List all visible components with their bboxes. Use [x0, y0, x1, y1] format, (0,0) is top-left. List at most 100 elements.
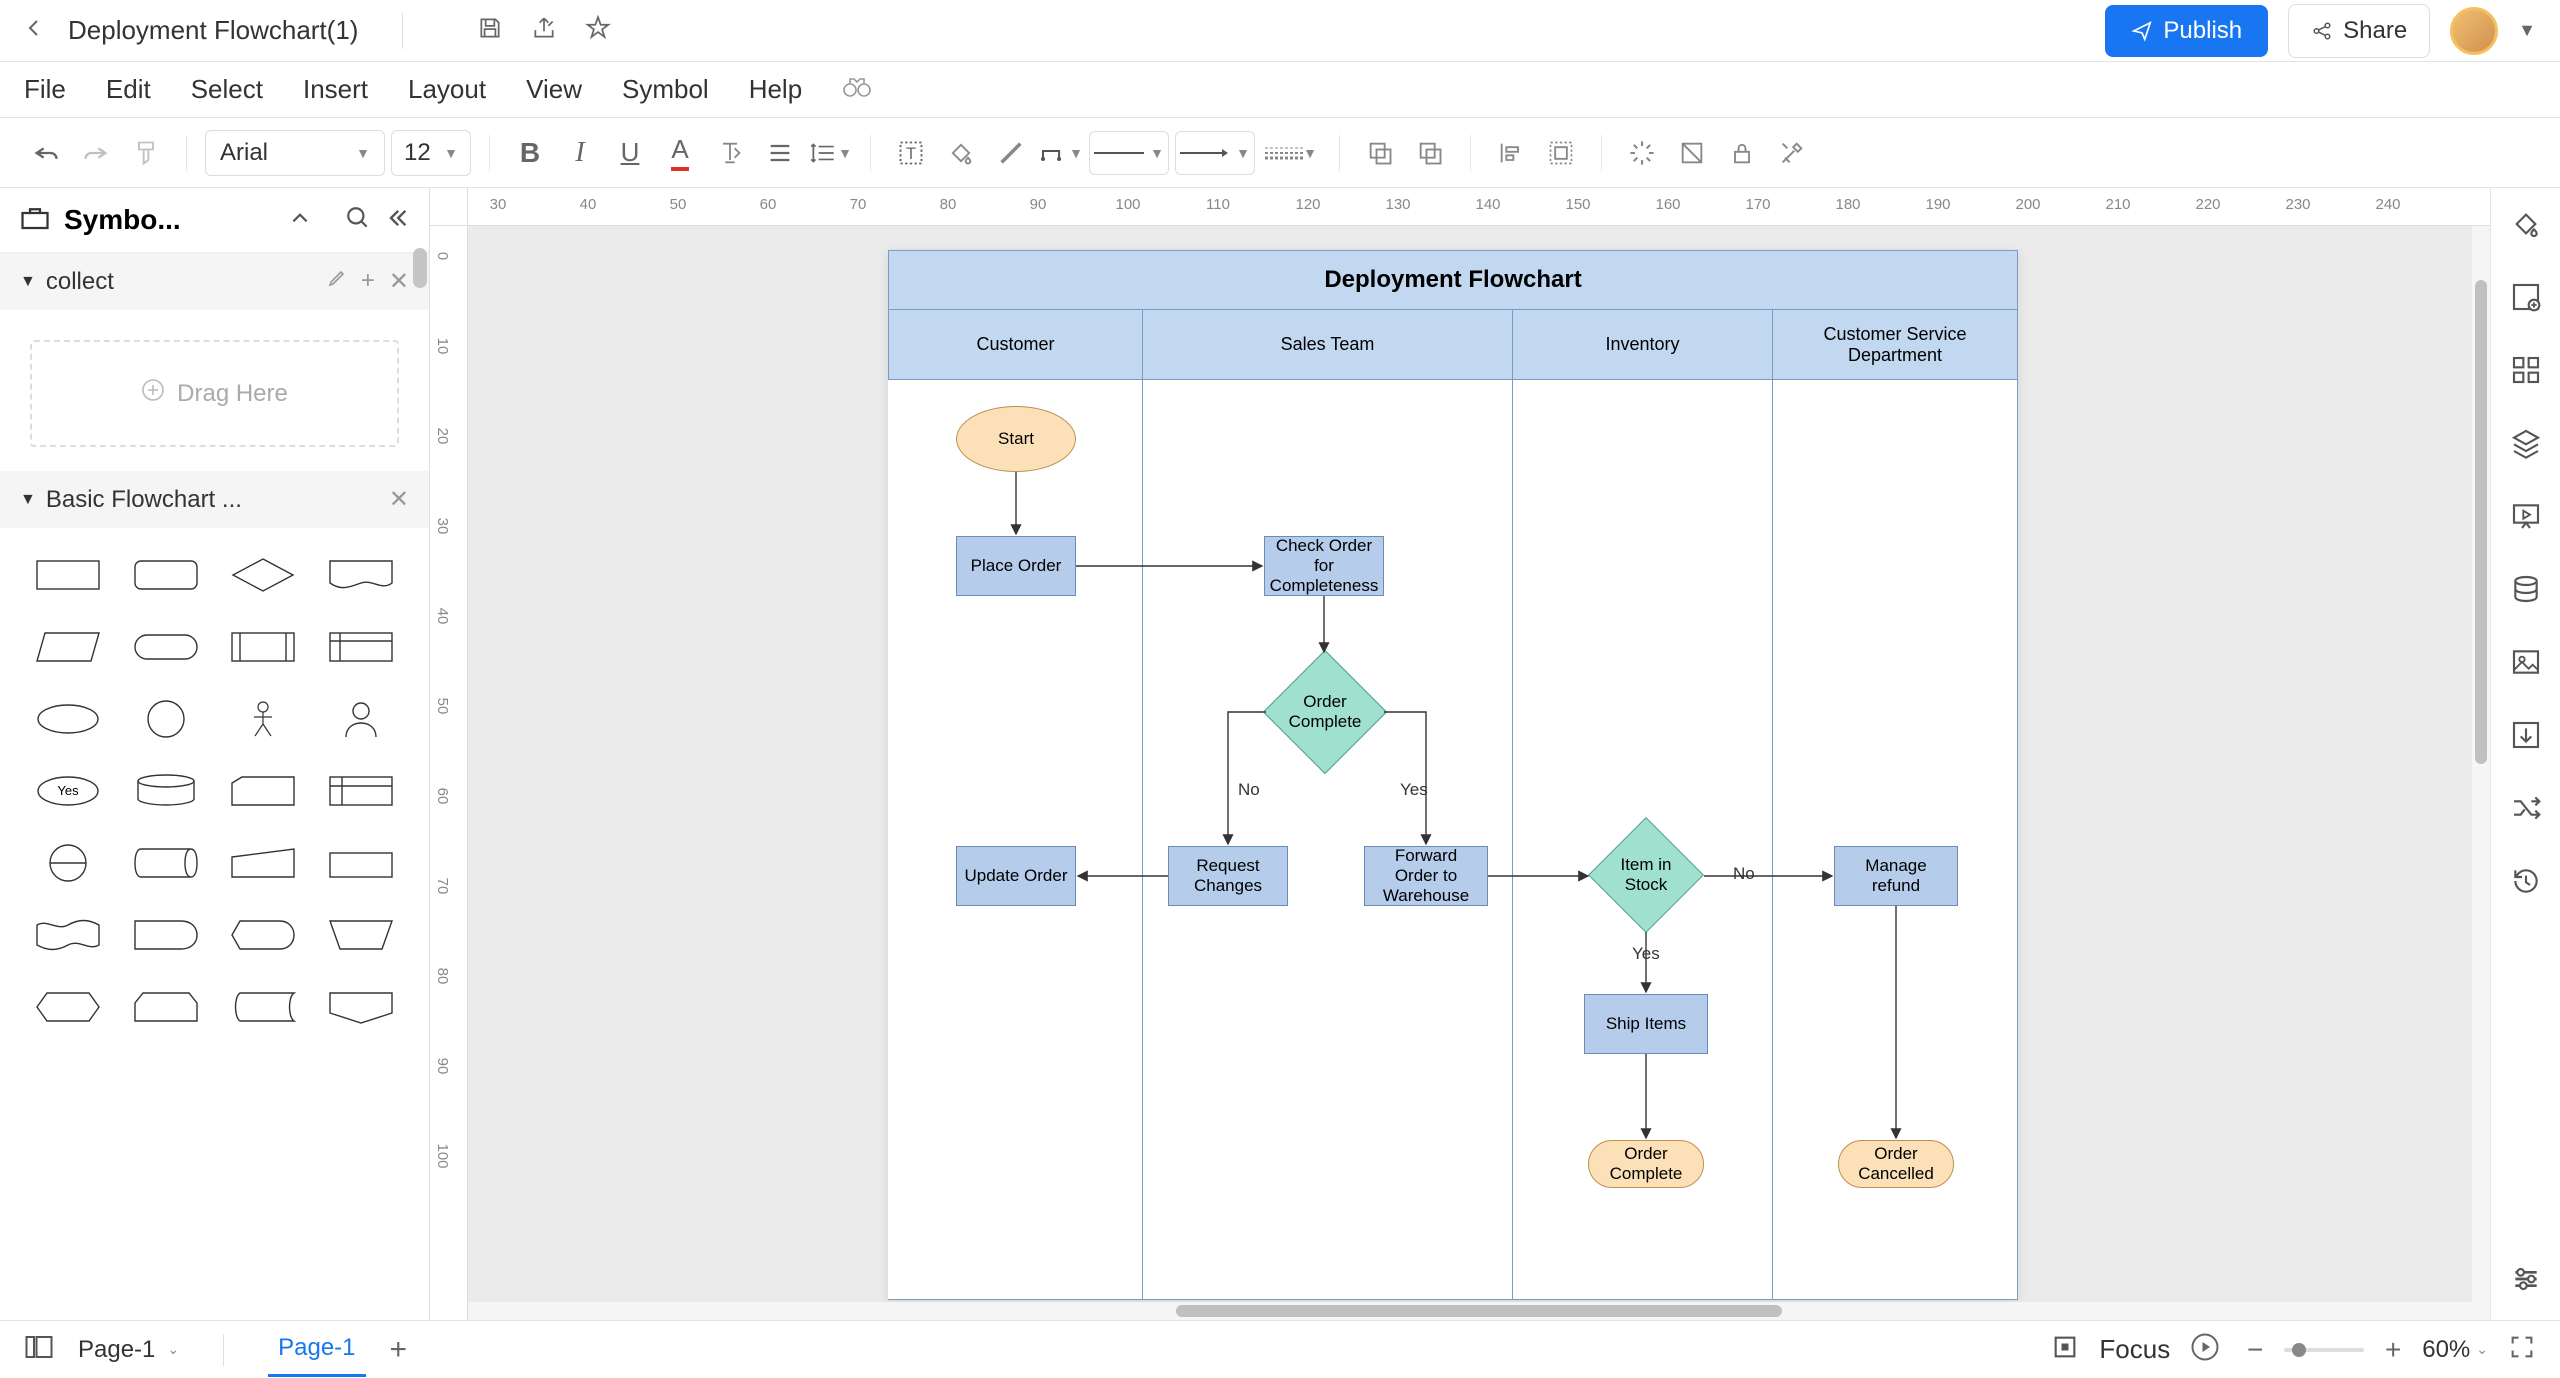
export-icon[interactable]	[531, 15, 557, 46]
italic-button[interactable]: I	[558, 131, 602, 175]
star-icon[interactable]	[585, 15, 611, 46]
shuffle-icon[interactable]	[2510, 792, 2542, 829]
edit-icon[interactable]	[327, 267, 347, 296]
zoom-in-button[interactable]: +	[2378, 1334, 2408, 1366]
flowchart-title[interactable]: Deployment Flowchart	[888, 250, 2018, 310]
node-manage-refund[interactable]: Manage refund	[1834, 846, 1958, 906]
collapse-sidebar-icon[interactable]	[385, 206, 409, 235]
node-place-order[interactable]: Place Order	[956, 536, 1076, 596]
node-update-order[interactable]: Update Order	[956, 846, 1076, 906]
menu-edit[interactable]: Edit	[106, 74, 151, 105]
zoom-slider[interactable]	[2284, 1348, 2364, 1352]
shape-circle[interactable]	[126, 692, 206, 746]
arrow-style-select[interactable]: ▼	[1175, 131, 1255, 175]
shape-predefined[interactable]	[224, 620, 304, 674]
flowchart-section-header[interactable]: ▼ Basic Flowchart ... ✕	[0, 471, 429, 528]
shape-internal-storage[interactable]	[321, 620, 401, 674]
shape-user[interactable]	[321, 692, 401, 746]
shape-tape[interactable]	[28, 908, 108, 962]
shape-diamond[interactable]	[224, 548, 304, 602]
add-page-button[interactable]: +	[390, 1333, 408, 1367]
menu-insert[interactable]: Insert	[303, 74, 368, 105]
drag-here-zone[interactable]: Drag Here	[30, 340, 399, 447]
page-select[interactable]: Page-1⌄	[78, 1336, 179, 1364]
lock-button[interactable]	[1720, 131, 1764, 175]
layers-icon[interactable]	[2510, 427, 2542, 464]
shape-off-page[interactable]	[321, 980, 401, 1034]
focus-target-icon[interactable]	[2051, 1333, 2079, 1366]
shape-table[interactable]	[321, 764, 401, 818]
node-order-complete-end[interactable]: Order Complete	[1588, 1140, 1704, 1188]
zoom-out-button[interactable]: −	[2240, 1334, 2270, 1366]
shape-process-alt[interactable]	[321, 836, 401, 890]
shape-ellipse[interactable]	[28, 692, 108, 746]
page-canvas[interactable]: Deployment Flowchart Customer Sales Team…	[888, 250, 2018, 1300]
save-icon[interactable]	[477, 15, 503, 46]
menu-symbol[interactable]: Symbol	[622, 74, 709, 105]
library-icon[interactable]	[20, 205, 50, 236]
shape-direct-data[interactable]	[126, 836, 206, 890]
bring-front-button[interactable]	[1358, 131, 1402, 175]
collapse-up-icon[interactable]	[289, 207, 311, 234]
canvas[interactable]: 3040506070809010011012013014015016017018…	[430, 188, 2490, 1320]
search-icon[interactable]	[345, 205, 371, 236]
shape-actor[interactable]	[224, 692, 304, 746]
grid-icon[interactable]	[2510, 354, 2542, 391]
zoom-value[interactable]: 60%⌄	[2422, 1336, 2488, 1364]
align-button[interactable]	[758, 131, 802, 175]
lane-header-service[interactable]: Customer Service Department	[1773, 310, 2018, 380]
add-icon[interactable]: +	[361, 267, 375, 296]
node-order-cancelled[interactable]: Order Cancelled	[1838, 1140, 1954, 1188]
account-menu-caret[interactable]: ▼	[2518, 20, 2536, 41]
node-order-complete-decision[interactable]: Order Complete	[1281, 668, 1369, 756]
bold-button[interactable]: B	[508, 131, 552, 175]
shape-rounded-rect[interactable]	[126, 548, 206, 602]
lane-header-sales[interactable]: Sales Team	[1143, 310, 1513, 380]
shape-loop-limit[interactable]	[126, 980, 206, 1034]
align-objects-button[interactable]	[1489, 131, 1533, 175]
clear-format-button[interactable]	[708, 131, 752, 175]
crop-button[interactable]	[1670, 131, 1714, 175]
line-spacing-button[interactable]: ▼	[808, 131, 852, 175]
node-forward-order[interactable]: Forward Order to Warehouse	[1364, 846, 1488, 906]
presentation-icon[interactable]	[2510, 500, 2542, 537]
export-panel-icon[interactable]	[2510, 719, 2542, 756]
close-icon[interactable]: ✕	[389, 485, 409, 514]
canvas-hscrollbar[interactable]	[468, 1302, 2490, 1320]
image-icon[interactable]	[2510, 646, 2542, 683]
format-painter-button[interactable]	[124, 131, 168, 175]
shape-stored-data[interactable]	[224, 980, 304, 1034]
lane-body-sales[interactable]	[1143, 380, 1513, 1300]
data-icon[interactable]	[2510, 573, 2542, 610]
avatar[interactable]	[2450, 7, 2498, 55]
send-back-button[interactable]	[1408, 131, 1452, 175]
collect-section-header[interactable]: ▼ collect + ✕	[0, 253, 429, 310]
shape-delay[interactable]	[126, 908, 206, 962]
font-family-select[interactable]: Arial▼	[205, 130, 385, 176]
line-color-button[interactable]	[989, 131, 1033, 175]
text-box-button[interactable]: T	[889, 131, 933, 175]
shape-rectangle[interactable]	[28, 548, 108, 602]
lane-header-customer[interactable]: Customer	[888, 310, 1143, 380]
node-ship-items[interactable]: Ship Items	[1584, 994, 1708, 1054]
shape-document[interactable]	[321, 548, 401, 602]
redo-button[interactable]	[74, 131, 118, 175]
menu-help[interactable]: Help	[749, 74, 802, 105]
fill-color-button[interactable]	[939, 131, 983, 175]
shape-connector[interactable]	[28, 836, 108, 890]
shape-manual-input[interactable]	[224, 836, 304, 890]
binoculars-icon[interactable]	[842, 74, 872, 105]
back-button[interactable]	[24, 18, 44, 43]
node-start[interactable]: Start	[956, 406, 1076, 472]
focus-button[interactable]: Focus	[2099, 1334, 2170, 1365]
shape-preparation[interactable]	[28, 980, 108, 1034]
sidebar-scrollbar[interactable]	[413, 248, 427, 288]
settings-panel-icon[interactable]	[2510, 1263, 2542, 1300]
node-item-in-stock-decision[interactable]: Item in Stock	[1605, 834, 1687, 916]
history-icon[interactable]	[2510, 865, 2542, 902]
lane-header-inventory[interactable]: Inventory	[1513, 310, 1773, 380]
menu-layout[interactable]: Layout	[408, 74, 486, 105]
shape-manual-operation[interactable]	[321, 908, 401, 962]
node-check-order[interactable]: Check Order for Completeness	[1264, 536, 1384, 596]
outline-icon[interactable]	[24, 1334, 54, 1365]
